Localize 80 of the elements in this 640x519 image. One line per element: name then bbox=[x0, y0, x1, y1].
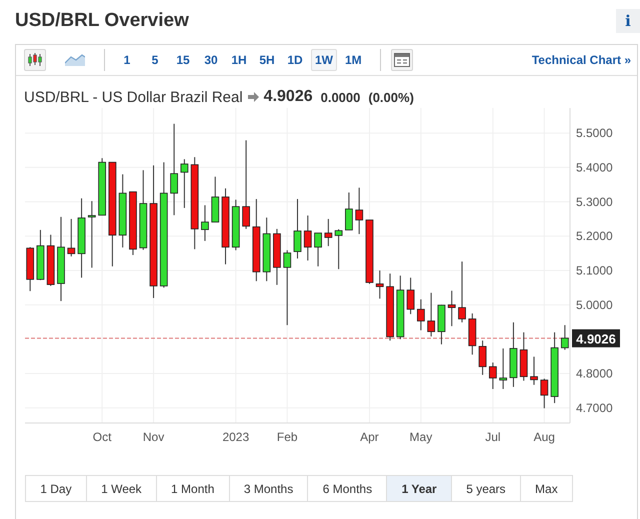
price-tag: 4.9026 bbox=[572, 329, 620, 348]
candlestick bbox=[345, 192, 353, 230]
candlestick bbox=[427, 292, 436, 337]
candlestick bbox=[88, 200, 96, 268]
candlestick bbox=[417, 298, 425, 331]
interval-tab[interactable]: 1W bbox=[311, 49, 337, 71]
last-price: 4.9026 bbox=[264, 88, 313, 106]
candlestick bbox=[324, 218, 332, 247]
candlestick bbox=[499, 348, 508, 390]
axis-label: Aug bbox=[534, 430, 555, 444]
candlestick bbox=[334, 228, 343, 270]
candlestick bbox=[396, 275, 404, 340]
axis-label: 5.2000 bbox=[576, 229, 613, 244]
candlestick bbox=[129, 190, 137, 256]
axis-label: 4.8000 bbox=[576, 366, 613, 381]
candlestick bbox=[438, 304, 446, 345]
candlestick bbox=[366, 219, 374, 284]
right-arrow-icon bbox=[248, 92, 259, 102]
candlestick bbox=[488, 362, 497, 390]
candlestick bbox=[232, 199, 240, 251]
interval-tab[interactable]: 1 bbox=[115, 49, 139, 71]
candlestick bbox=[376, 270, 384, 300]
candlestick bbox=[180, 158, 188, 208]
candlestick bbox=[448, 290, 456, 327]
axis-label: 2023 bbox=[222, 430, 250, 444]
interval-tab[interactable]: 15 bbox=[171, 49, 195, 71]
candlestick bbox=[36, 229, 44, 281]
range-tab[interactable]: 1 Year bbox=[387, 476, 452, 501]
candlestick bbox=[98, 158, 106, 216]
candlestick bbox=[355, 187, 364, 235]
candlestick bbox=[530, 356, 538, 386]
candlestick-icon bbox=[27, 52, 43, 68]
candlestick bbox=[46, 234, 55, 286]
axis-label: Apr bbox=[360, 430, 379, 444]
candlestick bbox=[510, 322, 518, 388]
interval-tab[interactable]: 1H bbox=[227, 49, 251, 71]
candlestick bbox=[386, 273, 394, 342]
candlestick bbox=[468, 312, 476, 356]
candlestick bbox=[201, 204, 209, 242]
axis-label: Nov bbox=[142, 430, 164, 444]
candlestick bbox=[314, 232, 322, 267]
axis-label: May bbox=[410, 430, 432, 444]
technical-chart-link[interactable]: Technical Chart » bbox=[532, 53, 631, 67]
candlestick bbox=[262, 217, 271, 282]
candlestick bbox=[458, 261, 466, 323]
candlestick bbox=[478, 340, 486, 376]
ref-line-label: 4.9026 bbox=[576, 331, 616, 346]
candlestick bbox=[273, 228, 281, 286]
axis-label: 4.7000 bbox=[576, 400, 613, 415]
interval-tab[interactable]: 1M bbox=[341, 49, 366, 71]
candlestick bbox=[211, 176, 220, 223]
area-chart-icon bbox=[65, 54, 85, 66]
interval-tab[interactable]: 30 bbox=[199, 49, 223, 71]
percent-change: (0.00%) bbox=[368, 90, 414, 104]
interval-tab[interactable]: 5H bbox=[255, 49, 279, 71]
candlestick bbox=[540, 378, 548, 409]
axis-label: Oct bbox=[92, 430, 112, 444]
axis-label: Feb bbox=[276, 430, 298, 444]
instrument-name: USD/BRL - US Dollar Brazil Real bbox=[24, 88, 243, 106]
page-title: USD/BRL Overview bbox=[15, 10, 189, 32]
candlestick bbox=[406, 277, 415, 315]
table-icon bbox=[394, 53, 410, 67]
axis-label: 5.5000 bbox=[576, 126, 613, 140]
info-button[interactable]: i bbox=[616, 9, 640, 33]
axis-label: 5.3000 bbox=[576, 194, 613, 209]
chart-type-button[interactable] bbox=[24, 49, 46, 71]
axis-label: Jul bbox=[485, 430, 501, 444]
candlestick bbox=[67, 218, 76, 257]
interval-tab[interactable]: 5 bbox=[143, 49, 167, 71]
candlestick bbox=[294, 198, 302, 259]
interval-tab[interactable]: 1D bbox=[283, 49, 307, 71]
candlestick bbox=[304, 215, 312, 262]
axis-label: 5.1000 bbox=[576, 263, 613, 278]
axis-label: 5.4000 bbox=[576, 160, 613, 174]
candlestick bbox=[520, 332, 528, 382]
axis-label: 5.0000 bbox=[576, 298, 613, 312]
candlestick bbox=[26, 246, 34, 292]
table-view-button[interactable] bbox=[390, 49, 413, 71]
candlestick bbox=[560, 324, 569, 350]
price-change: 0.0000 bbox=[320, 90, 360, 104]
